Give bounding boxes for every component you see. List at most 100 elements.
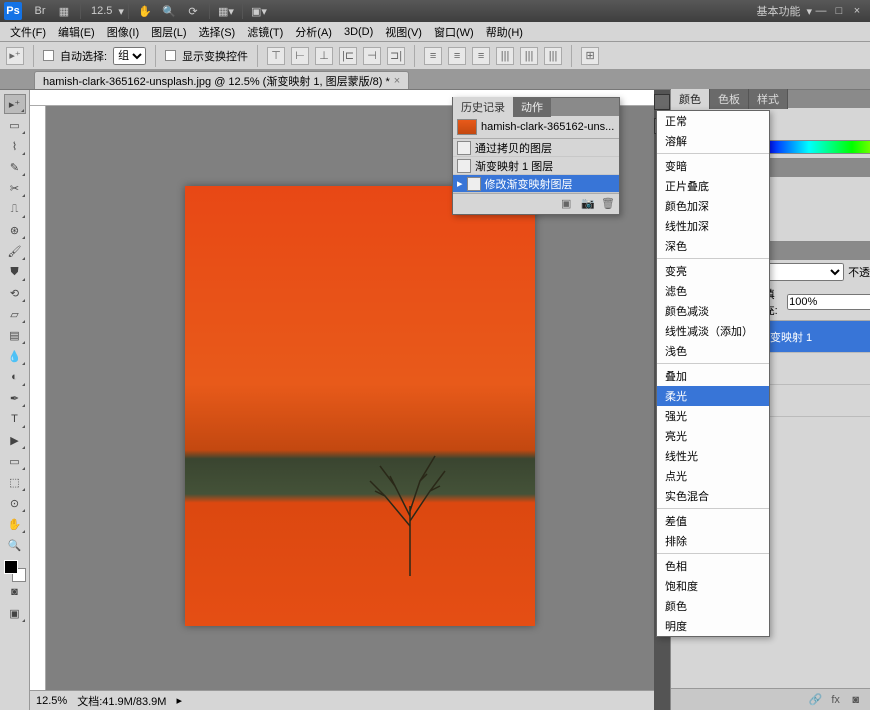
blend-mode-option[interactable]: 正片叠底 — [657, 176, 769, 196]
blend-mode-option[interactable]: 点光 — [657, 466, 769, 486]
tab-styles[interactable]: 样式 — [749, 89, 788, 109]
tab-history[interactable]: 历史记录 — [453, 97, 513, 117]
close-button[interactable]: × — [848, 5, 866, 17]
distribute-right-icon[interactable]: ||| — [544, 47, 562, 65]
screen-mode-icon[interactable]: ▣▾ — [248, 2, 270, 20]
3d-camera-tool[interactable]: ⊙ — [4, 493, 26, 513]
pen-tool[interactable]: ✒ — [4, 388, 26, 408]
crop-tool[interactable]: ✂ — [4, 178, 26, 198]
dodge-tool[interactable]: ◐ — [4, 367, 26, 387]
tab-swatches[interactable]: 色板 — [710, 89, 749, 109]
history-source[interactable]: hamish-clark-365162-uns... — [453, 116, 619, 139]
blend-mode-option[interactable]: 差值 — [657, 511, 769, 531]
link-layers-icon[interactable]: 🔗 — [809, 693, 823, 707]
blend-mode-option[interactable]: 线性减淡（添加） — [657, 321, 769, 341]
quick-select-tool[interactable]: ✎ — [4, 157, 26, 177]
menu-3d[interactable]: 3D(D) — [338, 24, 379, 40]
menu-window[interactable]: 窗口(W) — [428, 22, 480, 42]
move-tool[interactable]: ▸⁺ — [4, 94, 26, 114]
history-brush-tool[interactable]: ⟲ — [4, 283, 26, 303]
stamp-tool[interactable]: ⛊ — [4, 262, 26, 282]
status-zoom[interactable]: 12.5% — [36, 695, 67, 707]
history-item[interactable]: 通过拷贝的图层 — [453, 139, 619, 157]
blend-mode-option[interactable]: 色相 — [657, 556, 769, 576]
blend-mode-option[interactable]: 饱和度 — [657, 576, 769, 596]
eraser-tool[interactable]: ▱ — [4, 304, 26, 324]
auto-select-dropdown[interactable]: 组 — [113, 47, 146, 65]
fill-input[interactable] — [787, 294, 870, 310]
align-vcenter-icon[interactable]: ⊢ — [291, 47, 309, 65]
eyedropper-tool[interactable]: ⎍ — [4, 199, 26, 219]
blend-mode-option[interactable]: 强光 — [657, 406, 769, 426]
menu-select[interactable]: 选择(S) — [193, 22, 242, 42]
screen-mode-tool[interactable]: ▣ — [4, 603, 26, 623]
zoom-percent[interactable]: 12.5 — [91, 5, 112, 17]
shape-tool[interactable]: ▭ — [4, 451, 26, 471]
history-item[interactable]: 渐变映射 1 图层 — [453, 157, 619, 175]
blend-mode-option[interactable]: 排除 — [657, 531, 769, 551]
blend-mode-option[interactable]: 溶解 — [657, 131, 769, 151]
auto-select-checkbox[interactable] — [43, 50, 54, 61]
blend-mode-option[interactable]: 柔光 — [657, 386, 769, 406]
blend-mode-option[interactable]: 实色混合 — [657, 486, 769, 506]
document-tab[interactable]: hamish-clark-365162-unsplash.jpg @ 12.5%… — [34, 71, 409, 89]
menu-layer[interactable]: 图层(L) — [145, 22, 192, 42]
foreground-color-swatch[interactable] — [4, 560, 18, 574]
close-tab-icon[interactable]: × — [394, 75, 400, 87]
history-item[interactable]: ▸ 修改渐变映射图层 — [453, 175, 619, 193]
blend-mode-option[interactable]: 滤色 — [657, 281, 769, 301]
layer-mask-icon[interactable]: ◙ — [849, 693, 863, 707]
path-select-tool[interactable]: ▶ — [4, 430, 26, 450]
blend-mode-option[interactable]: 线性光 — [657, 446, 769, 466]
blend-mode-option[interactable]: 正常 — [657, 111, 769, 131]
blend-mode-option[interactable]: 变亮 — [657, 261, 769, 281]
move-tool-preset-icon[interactable]: ▸⁺ — [6, 47, 24, 65]
type-tool[interactable]: T — [4, 409, 26, 429]
blend-mode-option[interactable]: 颜色 — [657, 596, 769, 616]
zoom-icon[interactable]: 🔍 — [158, 2, 180, 20]
blend-mode-option[interactable]: 明度 — [657, 616, 769, 636]
menu-file[interactable]: 文件(F) — [4, 22, 52, 42]
show-transform-checkbox[interactable] — [165, 50, 176, 61]
menu-analysis[interactable]: 分析(A) — [289, 22, 338, 42]
blur-tool[interactable]: 💧 — [4, 346, 26, 366]
status-doc-size[interactable]: 文档:41.9M/83.9M — [77, 693, 166, 709]
distribute-vcenter-icon[interactable]: ≡ — [448, 47, 466, 65]
align-hcenter-icon[interactable]: ⊣ — [363, 47, 381, 65]
gradient-tool[interactable]: ▤ — [4, 325, 26, 345]
blend-mode-option[interactable]: 深色 — [657, 236, 769, 256]
dock-icon-1[interactable] — [654, 94, 670, 110]
healing-tool[interactable]: ⊛ — [4, 220, 26, 240]
maximize-button[interactable]: □ — [830, 5, 848, 17]
distribute-hcenter-icon[interactable]: ||| — [520, 47, 538, 65]
blend-mode-option[interactable]: 颜色减淡 — [657, 301, 769, 321]
hand-icon[interactable]: ✋ — [134, 2, 156, 20]
snapshot-from-state-icon[interactable]: ▣ — [561, 197, 575, 211]
minimize-button[interactable]: — — [812, 5, 830, 17]
tab-color[interactable]: 颜色 — [671, 89, 710, 109]
menu-help[interactable]: 帮助(H) — [480, 22, 529, 42]
zoom-tool[interactable]: 🔍 — [4, 535, 26, 555]
brush-tool[interactable]: 🖌 — [4, 241, 26, 261]
menu-image[interactable]: 图像(I) — [101, 22, 145, 42]
align-left-icon[interactable]: |⊏ — [339, 47, 357, 65]
menu-edit[interactable]: 编辑(E) — [52, 22, 101, 42]
distribute-bottom-icon[interactable]: ≡ — [472, 47, 490, 65]
distribute-top-icon[interactable]: ≡ — [424, 47, 442, 65]
menu-filter[interactable]: 滤镜(T) — [241, 22, 289, 42]
hand-tool[interactable]: ✋ — [4, 514, 26, 534]
canvas[interactable] — [185, 186, 535, 626]
bridge-icon[interactable]: Br — [29, 2, 51, 20]
blend-mode-option[interactable]: 浅色 — [657, 341, 769, 361]
workspace-switcher[interactable]: 基本功能 — [756, 3, 800, 19]
rotate-view-icon[interactable]: ⟳ — [182, 2, 204, 20]
lasso-tool[interactable]: ⌇ — [4, 136, 26, 156]
layer-style-icon[interactable]: fx — [829, 693, 843, 707]
blend-mode-option[interactable]: 颜色加深 — [657, 196, 769, 216]
blend-mode-option[interactable]: 变暗 — [657, 156, 769, 176]
3d-tool[interactable]: ⬚ — [4, 472, 26, 492]
new-snapshot-icon[interactable]: 📷 — [581, 197, 595, 211]
quick-mask-icon[interactable]: ◙ — [4, 582, 26, 602]
menu-view[interactable]: 视图(V) — [379, 22, 428, 42]
blend-mode-option[interactable]: 亮光 — [657, 426, 769, 446]
